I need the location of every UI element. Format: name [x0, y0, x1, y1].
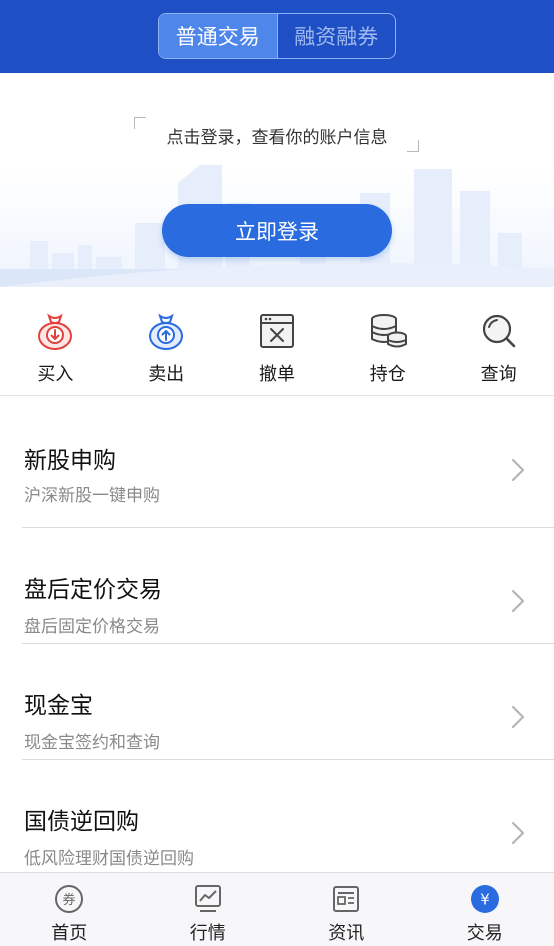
top-header: 普通交易 融资融券 [0, 0, 554, 73]
login-now-button[interactable]: 立即登录 [162, 204, 392, 257]
chevron-right-icon [511, 821, 525, 845]
list-item-after-hours-trading[interactable]: 盘后定价交易 盘后固定价格交易 [0, 528, 554, 644]
list-item-ipo-subscription[interactable]: 新股申购 沪深新股一键申购 [0, 397, 554, 528]
buy-moneybag-icon [38, 313, 73, 350]
quick-action-cancel-order[interactable]: 撤单 [222, 290, 333, 395]
quick-action-label: 查询 [480, 364, 517, 385]
quick-action-positions[interactable]: 持仓 [332, 290, 443, 395]
trade-function-list: 新股申购 沪深新股一键申购 盘后定价交易 盘后固定价格交易 现金宝 现金宝签约和… [0, 397, 554, 876]
coin-stack-icon [370, 314, 407, 348]
quick-action-label: 持仓 [369, 364, 406, 385]
quick-actions-bar: 买入 卖出 撤单 持仓 查询 [0, 290, 554, 396]
tab-margin-trading[interactable]: 融资融券 [276, 14, 396, 58]
bottom-tab-bar: 券 首页 行情 资讯 ¥ 交易 [0, 872, 554, 946]
list-item-title: 国债逆回购 [24, 809, 139, 835]
quick-action-label: 撤单 [258, 364, 295, 385]
login-banner: 点击登录，查看你的账户信息 立即登录 [0, 73, 554, 287]
tab-news[interactable]: 资讯 [277, 873, 416, 946]
bracket-corner-bottom-right [407, 140, 419, 152]
quick-action-label: 卖出 [148, 364, 185, 385]
svg-text:券: 券 [63, 892, 76, 908]
list-item-subtitle: 低风险理财国债逆回购 [24, 849, 194, 869]
tab-label: 行情 [189, 923, 226, 944]
list-item-subtitle: 沪深新股一键申购 [24, 486, 160, 506]
list-item-title: 新股申购 [24, 448, 116, 474]
list-item-subtitle: 盘后固定价格交易 [24, 617, 160, 637]
cancel-order-icon [259, 314, 294, 348]
chevron-right-icon [511, 458, 525, 482]
tab-label: 交易 [466, 923, 503, 944]
home-coupon-icon: 券 [55, 885, 84, 913]
trade-mode-segmented-control: 普通交易 融资融券 [158, 13, 396, 59]
tab-home[interactable]: 券 首页 [0, 873, 139, 946]
chevron-right-icon [511, 589, 525, 613]
tab-trade[interactable]: ¥ 交易 [416, 873, 554, 946]
list-item-cash-treasure[interactable]: 现金宝 现金宝签约和查询 [0, 644, 554, 760]
trade-yuan-icon: ¥ [470, 885, 499, 913]
tab-label: 资讯 [328, 923, 365, 944]
quick-action-buy[interactable]: 买入 [0, 290, 111, 395]
svg-text:¥: ¥ [480, 891, 490, 909]
search-icon [482, 314, 515, 348]
chevron-right-icon [511, 705, 525, 729]
tab-label: 首页 [51, 923, 88, 944]
list-item-reverse-repo[interactable]: 国债逆回购 低风险理财国债逆回购 [0, 760, 554, 876]
quick-action-label: 买入 [37, 364, 74, 385]
login-prompt-text[interactable]: 点击登录，查看你的账户信息 [0, 123, 554, 148]
quick-action-query[interactable]: 查询 [443, 290, 554, 395]
list-item-title: 现金宝 [24, 693, 93, 719]
tab-normal-trading[interactable]: 普通交易 [159, 14, 277, 58]
tab-market[interactable]: 行情 [139, 873, 278, 946]
news-icon [333, 886, 360, 912]
sell-moneybag-icon [149, 313, 184, 350]
list-item-title: 盘后定价交易 [24, 577, 162, 603]
list-item-subtitle: 现金宝签约和查询 [24, 733, 160, 753]
quick-action-sell[interactable]: 卖出 [111, 290, 222, 395]
market-chart-icon [194, 885, 221, 912]
